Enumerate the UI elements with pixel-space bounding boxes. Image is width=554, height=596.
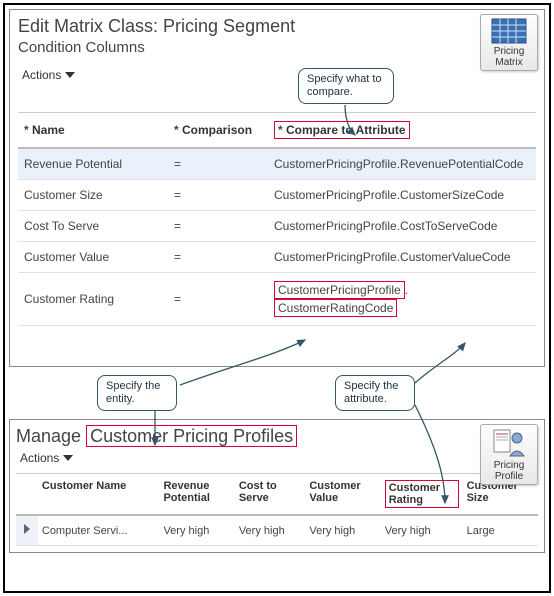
cell-cost: Very high — [235, 515, 306, 546]
table-row[interactable]: Customer Size = CustomerPricingProfile.C… — [18, 180, 536, 211]
condition-columns-table: Name Comparison Compare to Attribute Rev… — [18, 112, 536, 326]
cell-name: Customer Rating — [18, 273, 168, 326]
pricing-profile-label: Pricing Profile — [494, 460, 525, 482]
chevron-right-icon — [24, 524, 30, 534]
cell-customer-name: Computer Servi... — [38, 515, 160, 546]
col-customer-value: Customer Value — [305, 474, 380, 516]
col-revenue-potential: Revenue Potential — [159, 474, 234, 516]
table-row[interactable]: Revenue Potential = CustomerPricingProfi… — [18, 148, 536, 180]
cell-rating: Very high — [381, 515, 463, 546]
chevron-down-icon — [63, 455, 73, 461]
pricing-matrix-label: Pricing Matrix — [494, 46, 525, 68]
chevron-down-icon — [65, 72, 75, 78]
cell-comp: = — [168, 273, 268, 326]
callout-attribute: Specify the attribute. — [335, 375, 415, 411]
cell-name: Revenue Potential — [18, 148, 168, 180]
row-expand-handle[interactable] — [16, 515, 38, 546]
cell-value: Very high — [305, 515, 380, 546]
table-row[interactable]: Customer Value = CustomerPricingProfile.… — [18, 242, 536, 273]
profiles-table: Customer Name Revenue Potential Cost to … — [16, 473, 538, 546]
table-row[interactable]: Computer Servi... Very high Very high Ve… — [16, 515, 538, 546]
cell-comp: = — [168, 180, 268, 211]
callout-entity: Specify the entity. — [97, 375, 177, 411]
cell-attr: CustomerPricingProfile.CostToServeCode — [268, 211, 536, 242]
cell-comp: = — [168, 242, 268, 273]
col-handle — [16, 474, 38, 516]
pricing-matrix-icon — [491, 18, 527, 44]
page-title: Edit Matrix Class: Pricing Segment — [18, 16, 536, 37]
actions-label: Actions — [20, 451, 59, 465]
cell-attr: CustomerPricingProfile.CustomerValueCode — [268, 242, 536, 273]
table-row[interactable]: Cost To Serve = CustomerPricingProfile.C… — [18, 211, 536, 242]
cell-comp: = — [168, 148, 268, 180]
cell-attr: CustomerPricingProfile.RevenuePotentialC… — [268, 148, 536, 180]
actions-menu-bottom[interactable]: Actions — [20, 451, 73, 465]
manage-title-emph: Customer Pricing Profiles — [86, 425, 297, 447]
table-header-row: Name Comparison Compare to Attribute — [18, 113, 536, 149]
col-customer-rating: Customer Rating — [381, 474, 463, 516]
manage-profiles-panel: Pricing Profile Manage Customer Pricing … — [9, 419, 545, 553]
pricing-profile-badge: Pricing Profile — [480, 424, 538, 485]
attr-field: CustomerRatingCode — [274, 299, 397, 317]
callout-compare: Specify what to compare. — [298, 68, 394, 104]
actions-label: Actions — [22, 68, 61, 82]
cell-attr-composite: CustomerPricingProfile.CustomerRatingCod… — [268, 273, 536, 326]
col-comparison: Comparison — [174, 123, 252, 137]
cell-name: Customer Value — [18, 242, 168, 273]
actions-menu[interactable]: Actions — [22, 68, 75, 82]
pricing-profile-icon — [492, 428, 526, 458]
table-header-row: Customer Name Revenue Potential Cost to … — [16, 474, 538, 516]
edit-matrix-panel: Pricing Matrix Edit Matrix Class: Pricin… — [9, 9, 545, 367]
cell-size: Large — [463, 515, 538, 546]
col-compare-to: Compare to Attribute — [278, 123, 406, 137]
col-name: Name — [24, 123, 65, 137]
attr-entity: CustomerPricingProfile — [274, 281, 405, 299]
cell-name: Cost To Serve — [18, 211, 168, 242]
page-subtitle: Condition Columns — [18, 39, 536, 56]
table-row[interactable]: Customer Rating = CustomerPricingProfile… — [18, 273, 536, 326]
cell-revenue: Very high — [159, 515, 234, 546]
col-customer-name: Customer Name — [38, 474, 160, 516]
cell-comp: = — [168, 211, 268, 242]
cell-attr: CustomerPricingProfile.CustomerSizeCode — [268, 180, 536, 211]
col-cost-to-serve: Cost to Serve — [235, 474, 306, 516]
cell-name: Customer Size — [18, 180, 168, 211]
manage-title: Manage Customer Pricing Profiles — [16, 426, 538, 447]
pricing-matrix-badge: Pricing Matrix — [480, 14, 538, 71]
